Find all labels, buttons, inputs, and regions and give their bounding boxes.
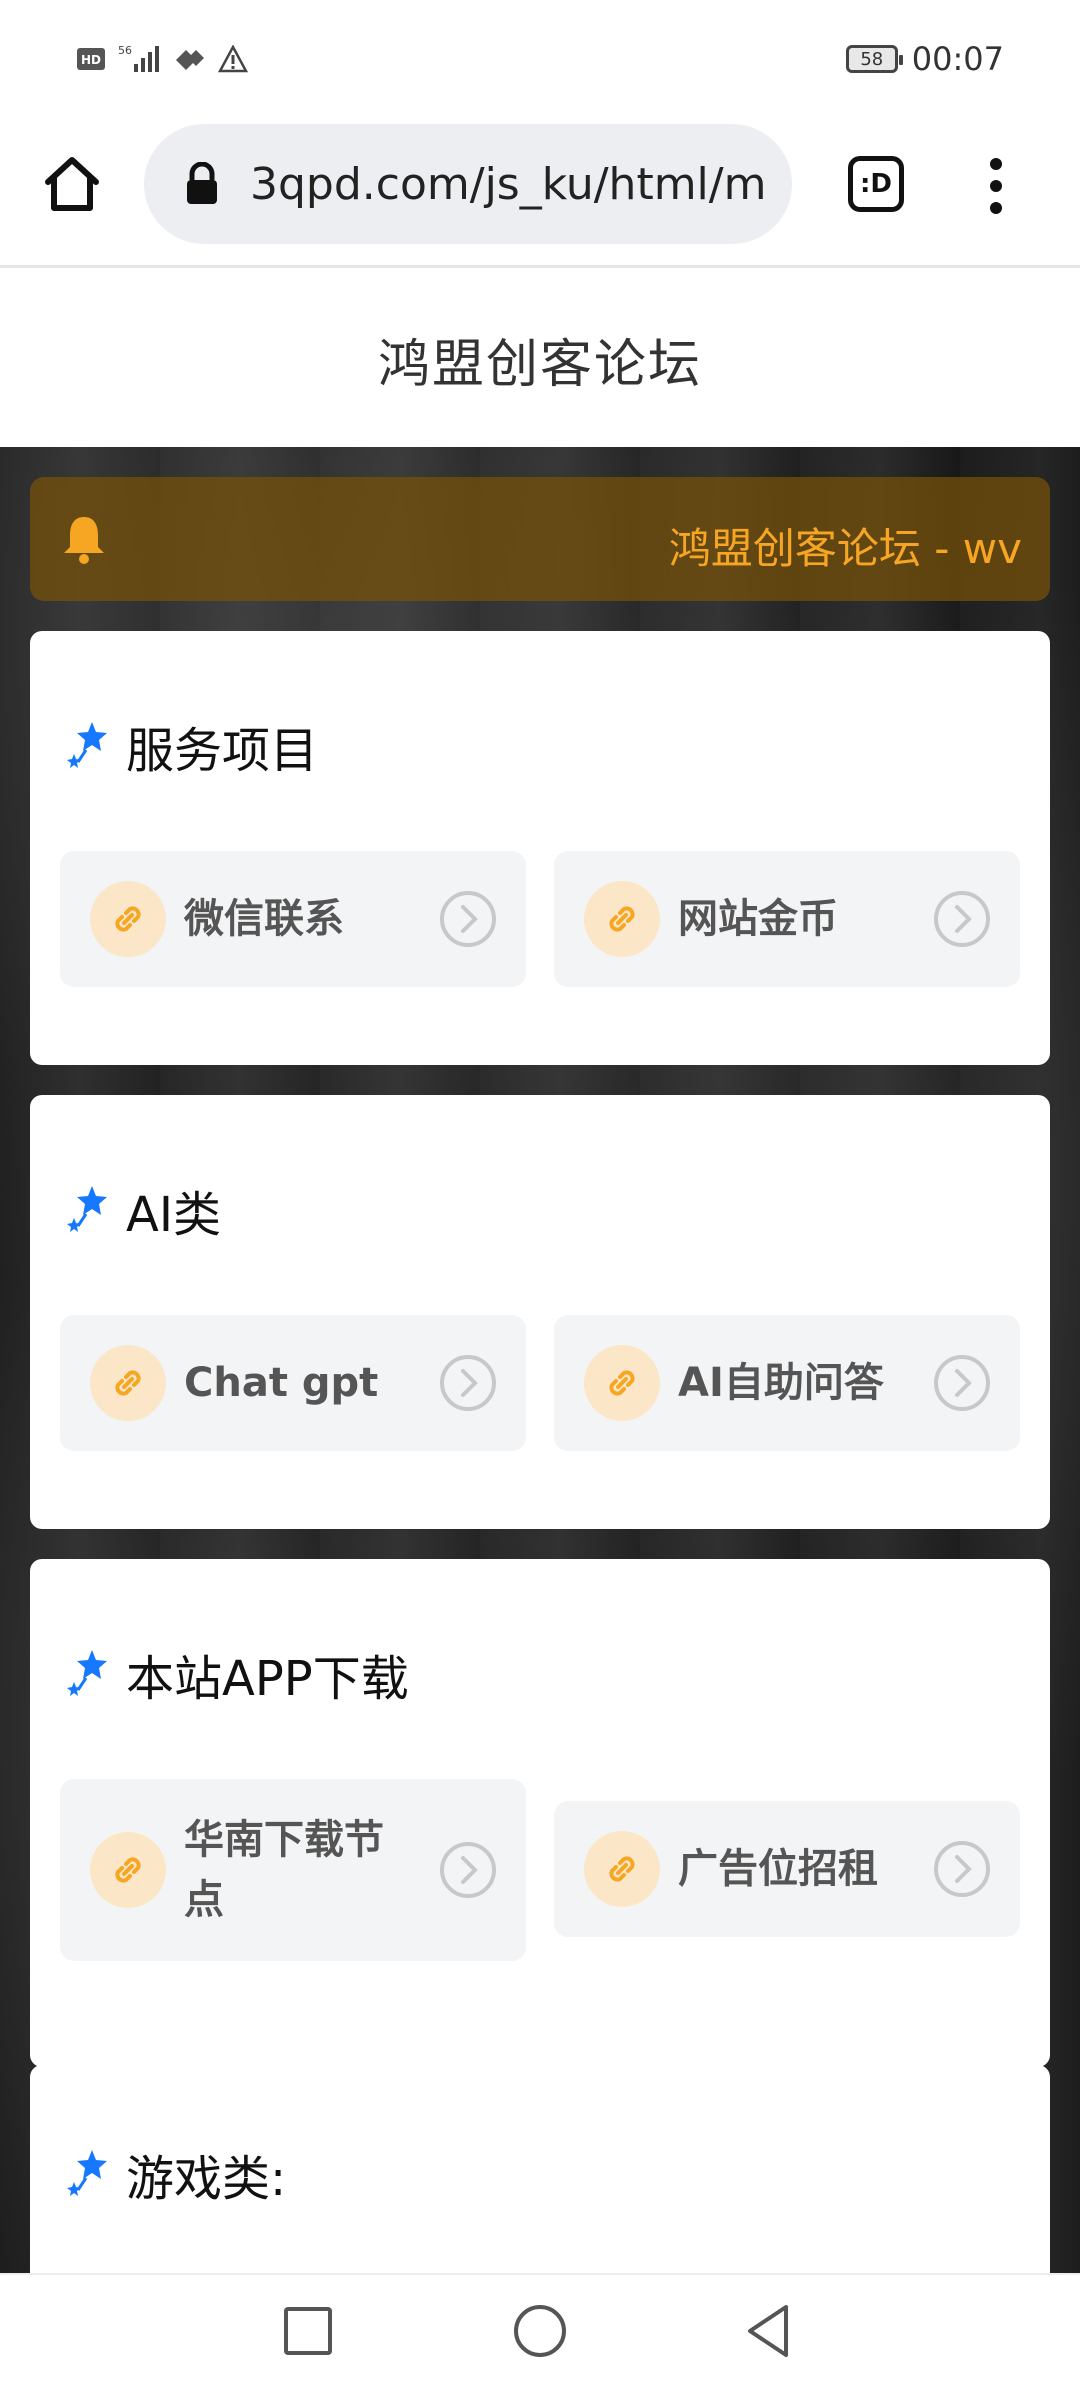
link-item-chatgpt[interactable]: Chat gpt	[60, 1315, 526, 1451]
chevron-right-icon	[440, 1355, 496, 1411]
more-menu-icon[interactable]	[982, 156, 1010, 216]
back-icon[interactable]	[738, 2299, 802, 2363]
section-title: 服务项目	[126, 723, 319, 779]
network-label: 56	[118, 44, 132, 57]
page-title: 鸿盟创客论坛	[377, 334, 702, 395]
hd-icon: HD	[77, 48, 105, 70]
chevron-right-icon	[934, 1841, 990, 1897]
home-icon[interactable]	[40, 152, 104, 216]
url-text[interactable]: 3qpd.com/js_ku/html/m	[250, 159, 770, 210]
chevron-right-icon	[440, 891, 496, 947]
section-card: 游戏类:	[30, 2065, 1050, 2273]
chevron-right-icon	[934, 1355, 990, 1411]
system-nav-bar	[0, 2273, 1080, 2388]
section-header: 本站APP下载	[66, 1639, 409, 1709]
section-card: 服务项目 微信联系 网站金币	[30, 631, 1050, 1065]
url-bar[interactable]: 3qpd.com/js_ku/html/m	[144, 124, 792, 244]
section-header: 游戏类:	[66, 2139, 286, 2209]
main-content: 鸿盟创客论坛 - wv 服务项目 微信联系 网站金币 AI类 Chat gpt …	[0, 447, 1080, 2273]
link-label: AI自助问答	[678, 1360, 884, 1406]
battery-icon: 58	[845, 45, 903, 73]
home-nav-icon[interactable]	[508, 2299, 572, 2363]
section-title: 游戏类:	[126, 2151, 287, 2207]
bell-icon	[64, 517, 104, 564]
link-item-ai-qa[interactable]: AI自助问答	[554, 1315, 1020, 1451]
link-item-download-node[interactable]: 华南下载节点	[60, 1779, 526, 1961]
status-bar: HD 56 58 00:07	[0, 0, 1080, 112]
clock: 00:07	[911, 40, 1004, 78]
browser-toolbar: 3qpd.com/js_ku/html/m :D	[0, 112, 1080, 268]
site-header: 鸿盟创客论坛	[0, 271, 1080, 447]
chevron-right-icon	[934, 891, 990, 947]
link-icon	[584, 1831, 660, 1907]
link-label: Chat gpt	[184, 1360, 379, 1406]
link-item-wechat[interactable]: 微信联系	[60, 851, 526, 987]
link-label: 广告位招租	[678, 1846, 878, 1892]
link-icon	[90, 1832, 166, 1908]
recents-icon[interactable]	[276, 2299, 340, 2363]
star-pin-icon	[67, 1186, 107, 1232]
link-item-coins[interactable]: 网站金币	[554, 851, 1020, 987]
chevron-right-icon	[440, 1842, 496, 1898]
star-pin-icon	[67, 722, 107, 768]
section-card: 本站APP下载 华南下载节点 广告位招租	[30, 1559, 1050, 2067]
link-label: 网站金币	[678, 896, 838, 942]
link-label: 华南下载节点	[184, 1817, 384, 1923]
signal-icon: 56	[118, 44, 159, 72]
section-title: 本站APP下载	[126, 1651, 409, 1707]
link-icon	[90, 1345, 166, 1421]
link-item-ad-space[interactable]: 广告位招租	[554, 1801, 1020, 1937]
status-icons-left: HD 56	[76, 44, 248, 74]
link-icon	[584, 881, 660, 957]
link-icon	[90, 881, 166, 957]
lock-icon	[187, 162, 217, 204]
section-header: 服务项目	[66, 711, 318, 781]
warning-icon	[218, 45, 248, 73]
battery-level: 58	[860, 48, 884, 70]
section-header: AI类	[66, 1175, 221, 1245]
notice-bar[interactable]: 鸿盟创客论坛 - wv	[30, 477, 1050, 601]
section-card: AI类 Chat gpt AI自助问答	[30, 1095, 1050, 1529]
notice-text: 鸿盟创客论坛 - wv	[668, 524, 1022, 573]
svg-text:HD: HD	[81, 53, 101, 67]
wifi-icon	[176, 50, 204, 70]
link-label: 微信联系	[184, 896, 344, 942]
link-icon	[584, 1345, 660, 1421]
section-title: AI类	[126, 1187, 221, 1243]
star-pin-icon	[67, 2150, 107, 2196]
tab-switcher-button[interactable]: :D	[848, 156, 904, 212]
star-pin-icon	[67, 1650, 107, 1696]
